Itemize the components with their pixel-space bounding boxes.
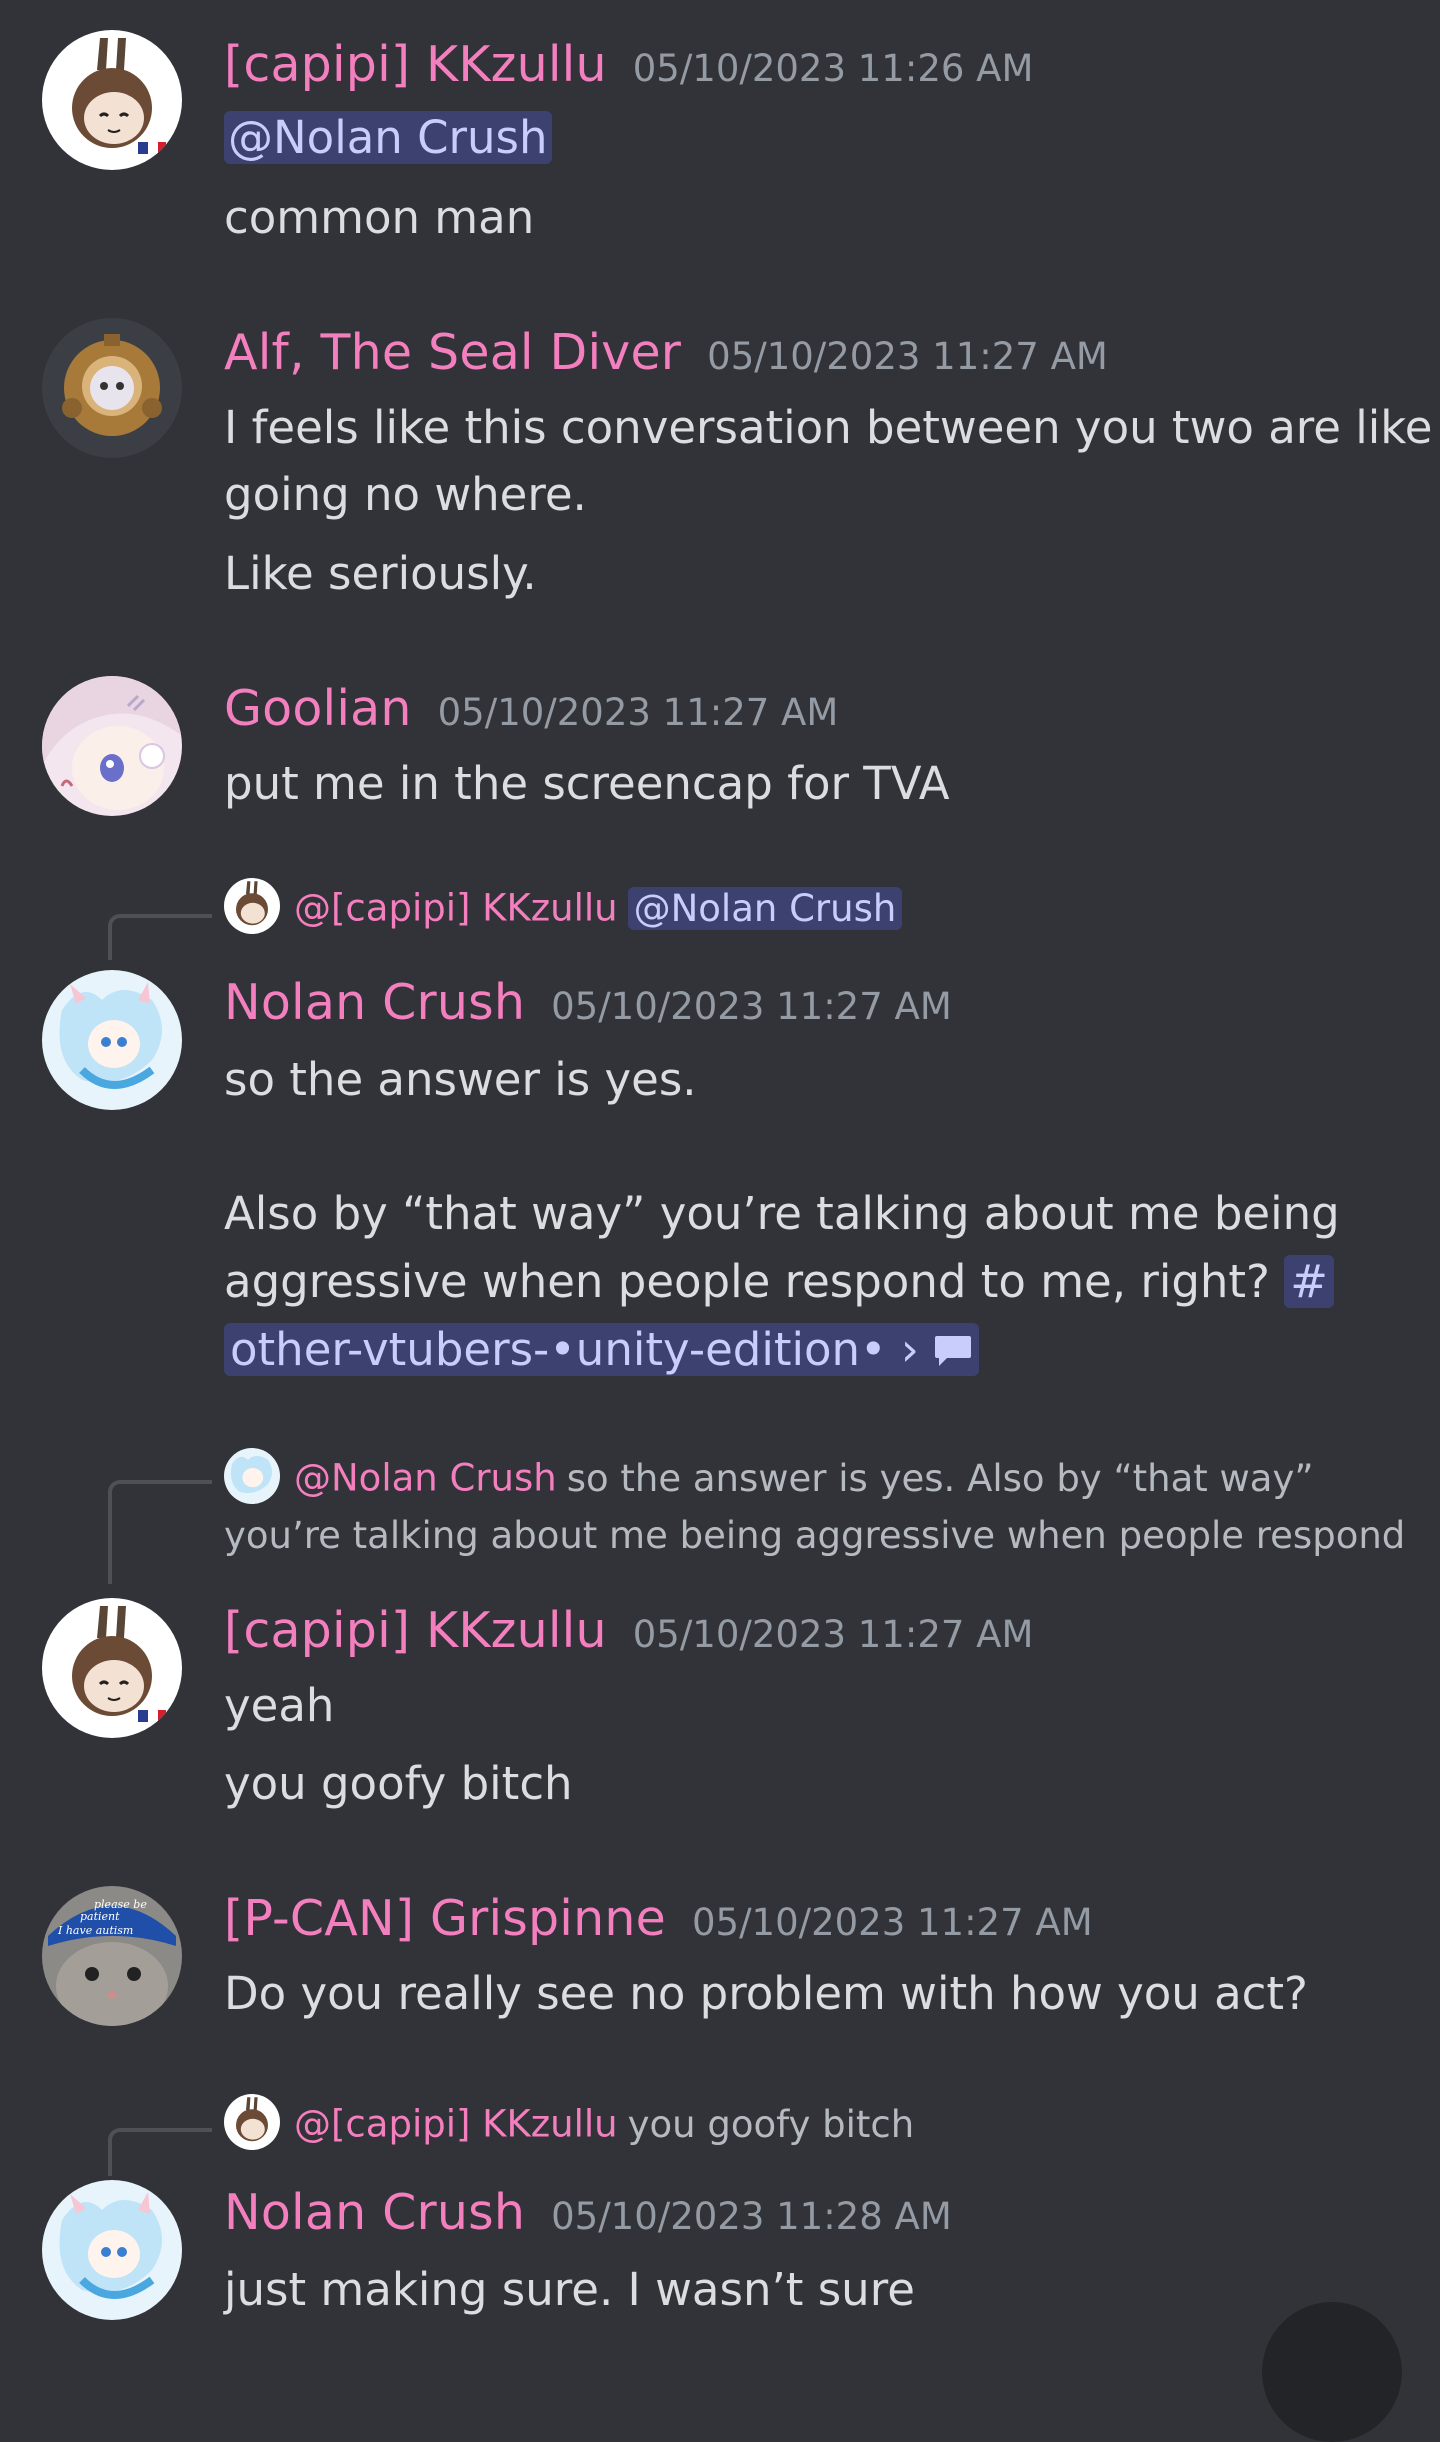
reply-preview[interactable]: @[capipi] KKzullu you goofy bitch bbox=[224, 2094, 915, 2154]
message-line: going no where. bbox=[224, 468, 587, 521]
avatar-kkzullu-icon bbox=[42, 1598, 182, 1738]
channel-link-hash[interactable]: # bbox=[1284, 1255, 1334, 1308]
cap-text: patient bbox=[80, 1910, 120, 1923]
avatar[interactable] bbox=[42, 970, 182, 1110]
message-line: Also by “that way” you’re talking about … bbox=[224, 1187, 1340, 1240]
reply-preview[interactable]: @Nolan Crush so the answer is yes. Also b… bbox=[224, 1448, 1314, 1508]
cap-text: I have autism bbox=[57, 1924, 133, 1937]
username[interactable]: [P-CAN] Grispinne bbox=[224, 1890, 666, 1947]
avatar-alf-icon bbox=[42, 318, 182, 458]
timestamp: 05/10/2023 11:28 AM bbox=[551, 2195, 952, 2238]
timestamp: 05/10/2023 11:27 AM bbox=[691, 1901, 1093, 1944]
message-line: Do you really see no problem with how yo… bbox=[224, 1967, 1308, 2020]
message-line: just making sure. I wasn’t sure bbox=[224, 2263, 915, 2316]
message-line: so the answer is yes. bbox=[224, 1053, 697, 1106]
message-line: I feels like this conversation between y… bbox=[224, 401, 1433, 454]
reply-avatar bbox=[224, 878, 280, 934]
user-mention[interactable]: @Nolan Crush bbox=[224, 111, 552, 164]
timestamp: 05/10/2023 11:27 AM bbox=[707, 335, 1108, 378]
message-header: Nolan Crush 05/10/2023 11:27 AM bbox=[224, 974, 952, 1031]
reply-connector bbox=[108, 914, 212, 960]
channel-name: other-vtubers-•unity-edition• bbox=[230, 1323, 887, 1376]
avatar-nolan-small-icon bbox=[224, 1448, 280, 1504]
reply-connector bbox=[108, 2128, 212, 2176]
avatar-kkzullu-small-icon bbox=[224, 2094, 280, 2150]
reply-avatar bbox=[224, 2094, 280, 2150]
message-header: Alf, The Seal Diver 05/10/2023 11:27 AM bbox=[224, 324, 1108, 381]
timestamp: 05/10/2023 11:26 AM bbox=[632, 47, 1034, 90]
message-header: [P-CAN] Grispinne 05/10/2023 11:27 AM bbox=[224, 1890, 1093, 1947]
username[interactable]: Goolian bbox=[224, 680, 412, 737]
avatar-nolan-icon bbox=[42, 2180, 182, 2320]
message-line: put me in the screencap for TVA bbox=[224, 757, 950, 810]
avatar[interactable] bbox=[42, 676, 182, 816]
avatar[interactable]: please be patient I have autism bbox=[42, 1886, 182, 2026]
chat-log: [capipi] KKzullu 05/10/2023 11:26 AM @Nol… bbox=[0, 0, 1440, 2442]
reply-avatar bbox=[224, 1448, 280, 1504]
message-header: [capipi] KKzullu 05/10/2023 11:26 AM bbox=[224, 36, 1033, 93]
avatar-nolan-icon bbox=[42, 970, 182, 1110]
avatar[interactable] bbox=[42, 2180, 182, 2320]
username[interactable]: [capipi] KKzullu bbox=[224, 1602, 607, 1659]
avatar[interactable] bbox=[42, 30, 182, 170]
chat-bubble-icon bbox=[935, 1336, 972, 1366]
avatar[interactable] bbox=[42, 318, 182, 458]
avatar-goolian-icon bbox=[42, 676, 182, 816]
username[interactable]: [capipi] KKzullu bbox=[224, 36, 607, 93]
avatar-kkzullu-icon bbox=[42, 30, 182, 170]
timestamp: 05/10/2023 11:27 AM bbox=[551, 985, 952, 1028]
message-line: common man bbox=[224, 191, 535, 244]
reply-text: you goofy bitch bbox=[627, 2102, 915, 2146]
message-line: Like seriously. bbox=[224, 547, 537, 600]
reply-author[interactable]: @[capipi] KKzullu bbox=[294, 887, 618, 930]
timestamp: 05/10/2023 11:27 AM bbox=[437, 691, 839, 734]
message-header: Nolan Crush 05/10/2023 11:28 AM bbox=[224, 2184, 952, 2241]
reply-connector bbox=[108, 1480, 212, 1584]
reply-preview[interactable]: @[capipi] KKzullu @Nolan Crush bbox=[224, 878, 903, 938]
message-line: other-vtubers-•unity-edition• › bbox=[224, 1316, 980, 1384]
username[interactable]: Nolan Crush bbox=[224, 2184, 525, 2241]
chevron-right-icon: › bbox=[900, 1323, 919, 1376]
reply-mention[interactable]: @Nolan Crush bbox=[627, 886, 903, 930]
avatar-kkzullu-small-icon bbox=[224, 878, 280, 934]
reply-text: so the answer is yes. Also by “that way” bbox=[566, 1456, 1314, 1500]
timestamp: 05/10/2023 11:27 AM bbox=[632, 1613, 1034, 1656]
username[interactable]: Alf, The Seal Diver bbox=[224, 324, 681, 381]
message-line: aggressive when people respond to me, ri… bbox=[224, 1248, 1334, 1316]
reply-author[interactable]: @Nolan Crush bbox=[294, 1457, 557, 1500]
avatar[interactable] bbox=[42, 1598, 182, 1738]
message-line: @Nolan Crush bbox=[224, 104, 552, 172]
channel-link[interactable]: other-vtubers-•unity-edition• › bbox=[224, 1323, 980, 1376]
message-line: you goofy bitch bbox=[224, 1757, 573, 1810]
avatar-grispinne-icon: please be patient I have autism bbox=[42, 1886, 182, 2026]
message-text: aggressive when people respond to me, ri… bbox=[224, 1255, 1270, 1308]
reply-author[interactable]: @[capipi] KKzullu bbox=[294, 2103, 618, 2146]
message-header: Goolian 05/10/2023 11:27 AM bbox=[224, 680, 838, 737]
username[interactable]: Nolan Crush bbox=[224, 974, 525, 1031]
message-header: [capipi] KKzullu 05/10/2023 11:27 AM bbox=[224, 1602, 1033, 1659]
jump-to-present-button[interactable] bbox=[1262, 2302, 1402, 2442]
message-line: yeah bbox=[224, 1679, 335, 1732]
reply-text-continued: you’re talking about me being aggressive… bbox=[224, 1514, 1406, 1557]
